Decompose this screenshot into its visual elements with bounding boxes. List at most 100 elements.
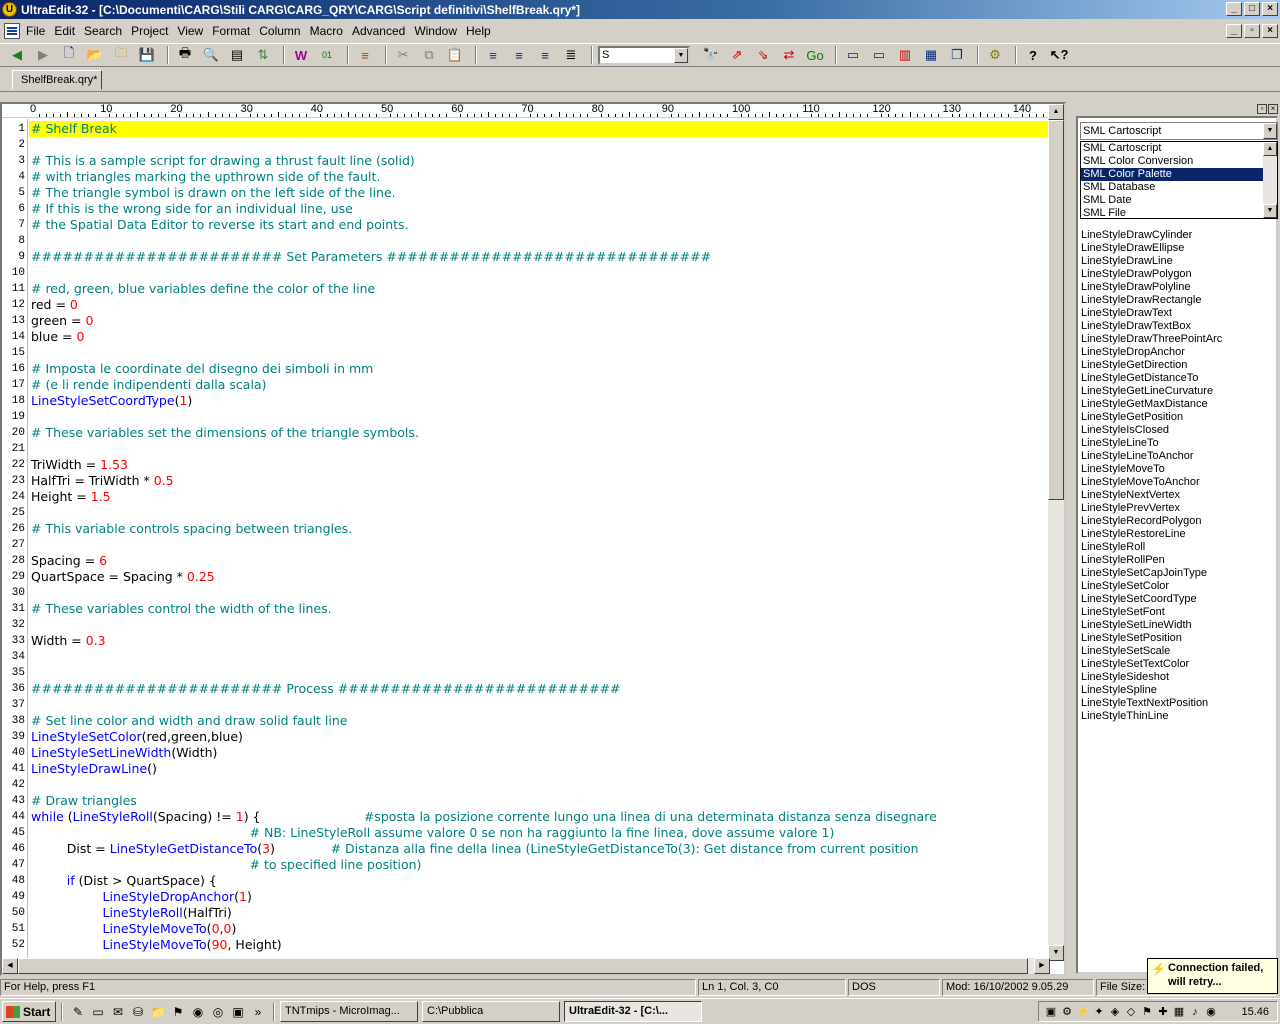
- function-item[interactable]: LineStyleSpline: [1081, 684, 1157, 697]
- chevron-down-icon[interactable]: ▼: [1263, 123, 1277, 139]
- code-line[interactable]: [29, 777, 1052, 793]
- code-area[interactable]: # Shelf Break # This is a sample script f…: [29, 119, 1052, 961]
- code-line[interactable]: ######################## Process #######…: [29, 681, 1052, 697]
- code-line[interactable]: [29, 441, 1052, 457]
- code-line[interactable]: # These variables control the width of t…: [29, 601, 1052, 617]
- new-file-icon[interactable]: 🗋: [58, 45, 80, 65]
- code-line[interactable]: [29, 617, 1052, 633]
- panel-close-icon[interactable]: ×: [1268, 104, 1278, 114]
- code-line[interactable]: [29, 585, 1052, 601]
- align-center-icon[interactable]: ≡: [508, 45, 530, 65]
- code-line[interactable]: blue = 0: [29, 329, 1052, 345]
- function-item[interactable]: LineStyleDrawPolygon: [1081, 268, 1192, 281]
- align-left-icon[interactable]: ≡: [482, 45, 504, 65]
- dropdown-scrollbar[interactable]: ▲ ▼: [1263, 142, 1277, 218]
- code-line[interactable]: ######################## Set Parameters …: [29, 249, 1052, 265]
- quicklaunch-6-icon[interactable]: ⚑: [168, 1002, 188, 1022]
- menu-column[interactable]: Column: [259, 24, 306, 38]
- function-list[interactable]: SML Cartoscript ▼ ▲ ▼ SML Cartoscript SML…: [1076, 116, 1278, 974]
- code-line[interactable]: Spacing = 6: [29, 553, 1052, 569]
- minimize-button[interactable]: _: [1226, 2, 1242, 16]
- quicklaunch-2-icon[interactable]: ▭: [88, 1002, 108, 1022]
- task-ultraedit[interactable]: UltraEdit-32 - [C:\...: [564, 1001, 702, 1022]
- dropdown-option[interactable]: SML Database: [1081, 181, 1265, 194]
- panel-splitter[interactable]: [1066, 102, 1074, 976]
- function-item[interactable]: LineStyleRecordPolygon: [1081, 515, 1201, 528]
- function-item[interactable]: LineStyleDrawPolyline: [1081, 281, 1190, 294]
- start-button[interactable]: Start: [2, 1001, 56, 1022]
- window-next-icon[interactable]: ▭: [868, 45, 890, 65]
- ftp-icon[interactable]: ⚙: [984, 45, 1006, 65]
- editor[interactable]: 0 10 20 30 40 50 60 70 80 90 100 110 120 130 140 12345…: [0, 102, 1066, 976]
- tray-2-icon[interactable]: ⚙: [1059, 1005, 1075, 1018]
- code-line[interactable]: [29, 537, 1052, 553]
- find-next-icon[interactable]: ⇗: [726, 45, 748, 65]
- code-line[interactable]: [29, 505, 1052, 521]
- code-line[interactable]: TriWidth = 1.53: [29, 457, 1052, 473]
- tray-10-icon[interactable]: ♪: [1187, 1006, 1203, 1018]
- tile-vertical-icon[interactable]: ▦: [920, 45, 942, 65]
- code-line[interactable]: # to specified line position): [29, 857, 1052, 873]
- function-item[interactable]: LineStyleGetMaxDistance: [1081, 398, 1208, 411]
- function-item[interactable]: LineStyleGetDistanceTo: [1081, 372, 1198, 385]
- code-line[interactable]: # Set line color and width and draw soli…: [29, 713, 1052, 729]
- code-line[interactable]: # the Spatial Data Editor to reverse its…: [29, 217, 1052, 233]
- menu-format[interactable]: Format: [212, 24, 256, 38]
- code-line[interactable]: [29, 137, 1052, 153]
- tray-7-icon[interactable]: ⚑: [1139, 1005, 1155, 1018]
- quicklaunch-1-icon[interactable]: ✎: [68, 1002, 88, 1022]
- quicklaunch-4-icon[interactable]: ⛁: [128, 1002, 148, 1022]
- code-line[interactable]: QuartSpace = Spacing * 0.25: [29, 569, 1052, 585]
- function-item[interactable]: LineStyleDrawText: [1081, 307, 1172, 320]
- code-line[interactable]: # Imposta le coordinate del disegno dei …: [29, 361, 1052, 377]
- code-line[interactable]: if (Dist > QuartSpace) {: [29, 873, 1052, 889]
- function-item[interactable]: LineStyleMoveTo: [1081, 463, 1165, 476]
- language-dropdown[interactable]: ▲ ▼ SML Cartoscript SML Color Conversion S…: [1080, 141, 1278, 219]
- vertical-scrollbar[interactable]: ▲ ▼: [1048, 104, 1064, 961]
- help-icon[interactable]: ?: [1022, 45, 1044, 65]
- panel-pin-icon[interactable]: ▫: [1257, 104, 1267, 114]
- function-item[interactable]: LineStyleSetTextColor: [1081, 658, 1189, 671]
- document-icon[interactable]: [4, 23, 20, 39]
- task-tntmips[interactable]: TNTmips - MicroImag...: [280, 1001, 418, 1022]
- code-line[interactable]: [29, 409, 1052, 425]
- code-line[interactable]: [29, 697, 1052, 713]
- menu-help[interactable]: Help: [466, 24, 497, 38]
- dropdown-option[interactable]: SML Date: [1081, 194, 1265, 207]
- code-line[interactable]: # These variables set the dimensions of …: [29, 425, 1052, 441]
- code-line[interactable]: [29, 665, 1052, 681]
- menu-window[interactable]: Window: [414, 24, 463, 38]
- tray-9-icon[interactable]: ▦: [1171, 1005, 1187, 1018]
- tray-11-icon[interactable]: ◉: [1203, 1005, 1219, 1018]
- dropdown-option[interactable]: SML Cartoscript: [1081, 142, 1265, 155]
- horizontal-scrollbar[interactable]: ◀ ▶: [2, 958, 1050, 974]
- code-line[interactable]: # NB: LineStyleRoll assume valore 0 se n…: [29, 825, 1052, 841]
- window-icon[interactable]: ▭: [842, 45, 864, 65]
- tray-3-icon[interactable]: ⚡: [1075, 1005, 1091, 1018]
- code-line[interactable]: while (LineStyleRoll(Spacing) != 1) { #s…: [29, 809, 1052, 825]
- function-item[interactable]: LineStyleNextVertex: [1081, 489, 1180, 502]
- scroll-right-icon[interactable]: ▶: [1034, 958, 1050, 974]
- quicklaunch-9-icon[interactable]: ▣: [228, 1002, 248, 1022]
- function-item[interactable]: LineStyleGetDirection: [1081, 359, 1187, 372]
- code-line[interactable]: [29, 345, 1052, 361]
- dropdown-option[interactable]: SML Color Palette: [1081, 168, 1265, 181]
- code-line[interactable]: # Draw triangles: [29, 793, 1052, 809]
- tab-shelfbreak[interactable]: ShelfBreak.qry*: [12, 70, 102, 90]
- menu-file[interactable]: File: [26, 24, 51, 38]
- tray-6-icon[interactable]: ◇: [1123, 1005, 1139, 1018]
- function-item[interactable]: LineStyleSetColor: [1081, 580, 1169, 593]
- function-item[interactable]: LineStyleRoll: [1081, 541, 1145, 554]
- code-line[interactable]: LineStyleSetColor(red,green,blue): [29, 729, 1052, 745]
- function-item[interactable]: LineStyleSetPosition: [1081, 632, 1182, 645]
- scroll-down-icon[interactable]: ▼: [1048, 945, 1064, 961]
- code-line[interactable]: [29, 265, 1052, 281]
- code-line[interactable]: LineStyleDropAnchor(1): [29, 889, 1052, 905]
- code-line[interactable]: # Shelf Break: [29, 121, 1052, 137]
- code-line[interactable]: [29, 649, 1052, 665]
- code-line[interactable]: LineStyleSetLineWidth(Width): [29, 745, 1052, 761]
- function-item[interactable]: LineStyleLineTo: [1081, 437, 1159, 450]
- column-icon[interactable]: ▤: [226, 45, 248, 65]
- replace-icon[interactable]: ⇄: [778, 45, 800, 65]
- function-item[interactable]: LineStyleDrawEllipse: [1081, 242, 1184, 255]
